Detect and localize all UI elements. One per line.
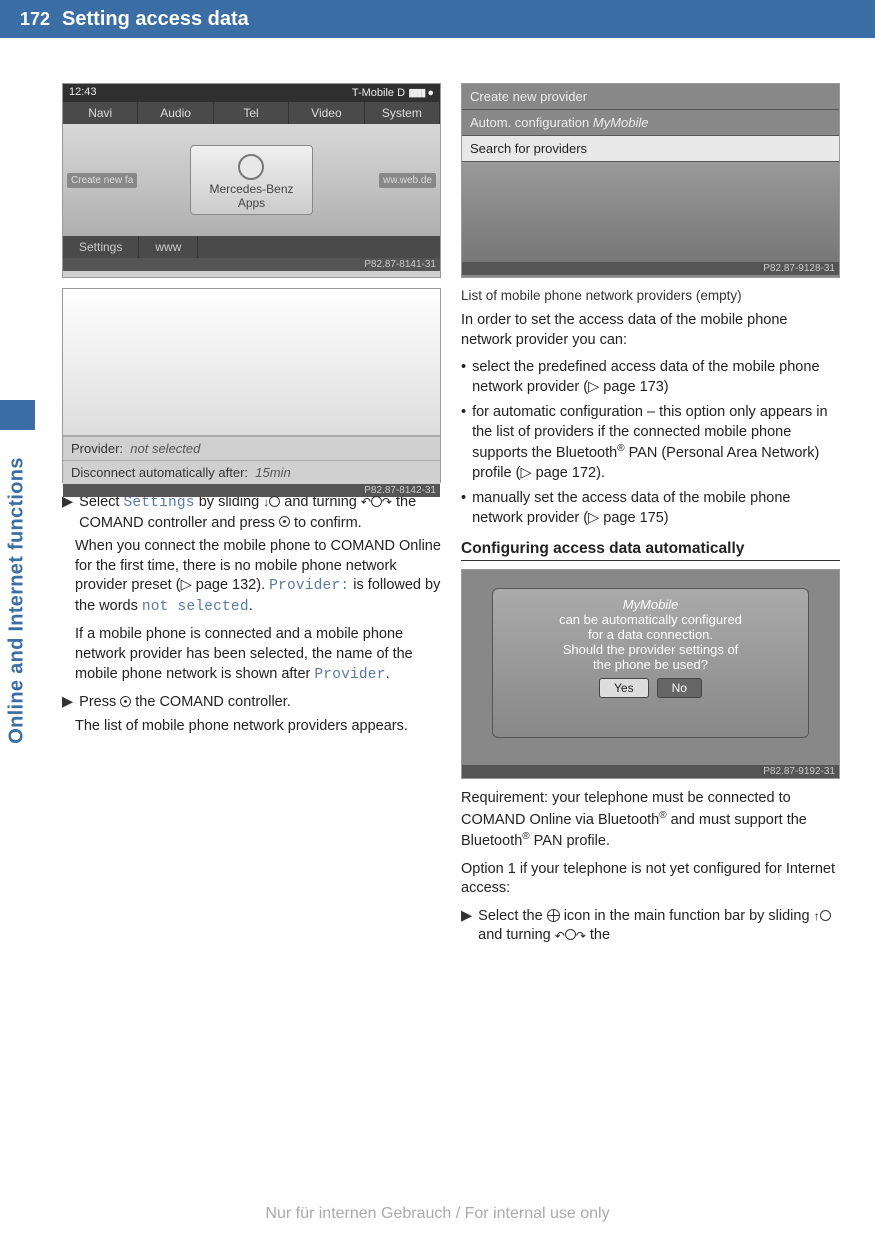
registered-mark: ®	[522, 831, 529, 842]
step-select-globe: ▶ Select the icon in the main function b…	[461, 907, 840, 946]
ss3-row-autom: Autom. configuration MyMobile	[462, 110, 839, 136]
page-ref-173: ▷ page 173	[588, 379, 664, 395]
ss2-id: P82.87-8142-31	[63, 484, 440, 497]
step-marker-icon: ▶	[62, 693, 73, 713]
controller-icon	[820, 910, 831, 921]
ss1-tile-line2: Apps	[209, 196, 293, 210]
ss4-yes-button: Yes	[599, 678, 649, 698]
ss4-no-button: No	[657, 678, 702, 698]
ss4-dialog: MyMobile can be automatically configured…	[492, 588, 809, 738]
ui-provider-colon: Provider:	[269, 578, 349, 594]
press-icon	[279, 516, 290, 527]
mercedes-logo-icon	[238, 154, 264, 180]
ss1-footer-settings: Settings	[63, 236, 139, 258]
bullet-icon: •	[461, 358, 466, 397]
page-number: 172	[20, 9, 50, 30]
bullet-manual: • manually set the access data of the mo…	[461, 489, 840, 528]
ui-settings: Settings	[124, 495, 195, 511]
ss4-line1: MyMobile	[501, 597, 800, 612]
para-intro: In order to set the access data of the m…	[461, 311, 840, 350]
ss1-carrier: T-Mobile D ▮▮▮▮ ●	[352, 86, 434, 100]
ui-provider: Provider	[314, 667, 385, 683]
ss1-left-favorite: Create new fa	[67, 173, 137, 188]
turn-right-icon: ↷	[576, 928, 586, 944]
ss1-id: P82.87-8141-31	[63, 258, 440, 271]
globe-icon	[547, 909, 560, 922]
para-requirement: Requirement: your telephone must be conn…	[461, 789, 840, 851]
ss1-footer: Settings www	[63, 236, 440, 258]
ss1-body: Create new fa Mercedes-Benz Apps ww.web.…	[63, 124, 440, 236]
ss2-row-provider: Provider: not selected	[63, 436, 440, 460]
step-marker-icon: ▶	[461, 907, 472, 946]
ss1-menu: Navi Audio Tel Video System	[63, 102, 440, 124]
ss4-line4: Should the provider settings of	[501, 642, 800, 657]
ss1-tile-line1: Mercedes-Benz	[209, 182, 293, 196]
registered-mark: ®	[659, 810, 666, 821]
page-title: Setting access data	[62, 8, 249, 31]
ss2-row-disconnect: Disconnect automatically after: 15min	[63, 460, 440, 484]
ss3-row-search: Search for providers	[462, 136, 839, 162]
ss1-menu-audio: Audio	[138, 102, 213, 124]
ss1-menu-tel: Tel	[214, 102, 289, 124]
content-area: 12:43 T-Mobile D ▮▮▮▮ ● Navi Audio Tel V…	[0, 38, 875, 950]
slide-up-icon: ↑	[814, 908, 820, 924]
screenshot-provider-settings: Provider: not selected Disconnect automa…	[62, 288, 441, 483]
left-column: 12:43 T-Mobile D ▮▮▮▮ ● Navi Audio Tel V…	[62, 83, 441, 950]
page-ref-175: ▷ page 175	[588, 510, 664, 526]
ss1-menu-navi: Navi	[63, 102, 138, 124]
ss1-footer-www: www	[139, 236, 198, 258]
step1-continuation-2: If a mobile phone is connected and a mob…	[62, 625, 441, 685]
ss1-menu-video: Video	[289, 102, 364, 124]
right-column: Create new provider Autom. configuration…	[461, 83, 840, 950]
step-press-controller: ▶ Press the COMAND controller.	[62, 693, 441, 713]
bullet-icon: •	[461, 489, 466, 528]
turn-left-icon: ↶	[555, 928, 565, 944]
screenshot-mb-apps: 12:43 T-Mobile D ▮▮▮▮ ● Navi Audio Tel V…	[62, 83, 441, 278]
ss1-time: 12:43	[69, 86, 97, 100]
controller-icon	[565, 929, 576, 940]
ss1-center-tile: Mercedes-Benz Apps	[190, 145, 312, 215]
screenshot-provider-list: Create new provider Autom. configuration…	[461, 83, 840, 278]
controller-icon	[371, 496, 382, 507]
registered-mark: ®	[617, 443, 624, 454]
screenshot-auto-config-dialog: MyMobile can be automatically configured…	[461, 569, 840, 779]
ss4-line2: can be automatically configured	[501, 612, 800, 627]
side-tab: Online and Internet functions	[0, 430, 35, 770]
ss2-body	[63, 289, 440, 436]
para-option1: Option 1 if your telephone is not yet co…	[461, 860, 840, 899]
ss4-line3: for a data connection.	[501, 627, 800, 642]
side-tab-label: Online and Internet functions	[6, 457, 29, 743]
controller-icon	[269, 496, 280, 507]
page-header: 172 Setting access data	[0, 0, 875, 38]
page-ref-132: ▷ page 132	[181, 577, 257, 593]
section-auto-config: Configuring access data automatically	[461, 540, 840, 561]
bullet-auto-config: • for automatic configuration – this opt…	[461, 403, 840, 483]
step-marker-icon: ▶	[62, 493, 73, 533]
step1-continuation-1: When you connect the mobile phone to COM…	[62, 537, 441, 617]
press-icon	[120, 696, 131, 707]
bullet-predefined: • select the predefined access data of t…	[461, 358, 840, 397]
step-select-settings: ▶ Select Settings by sliding ↓ and turni…	[62, 493, 441, 533]
ss1-menu-system: System	[365, 102, 440, 124]
page-ref-172: ▷ page 172	[520, 465, 596, 481]
ss3-body	[462, 162, 839, 262]
bullet-icon: •	[461, 403, 466, 483]
ss1-statusbar: 12:43 T-Mobile D ▮▮▮▮ ●	[63, 84, 440, 102]
footer-internal-use: Nur für internen Gebrauch / For internal…	[0, 1205, 875, 1223]
caption-provider-list: List of mobile phone network providers (…	[461, 288, 840, 303]
ss4-id: P82.87-9192-31	[462, 765, 839, 778]
ss3-row-create: Create new provider	[462, 84, 839, 110]
ui-not-selected: not selected	[142, 599, 249, 615]
ss1-right-favorite: ww.web.de	[379, 173, 436, 188]
ss4-line5: the phone be used?	[501, 657, 800, 672]
ss3-id: P82.87-9128-31	[462, 262, 839, 275]
step2-continuation: The list of mobile phone network provide…	[62, 717, 441, 737]
